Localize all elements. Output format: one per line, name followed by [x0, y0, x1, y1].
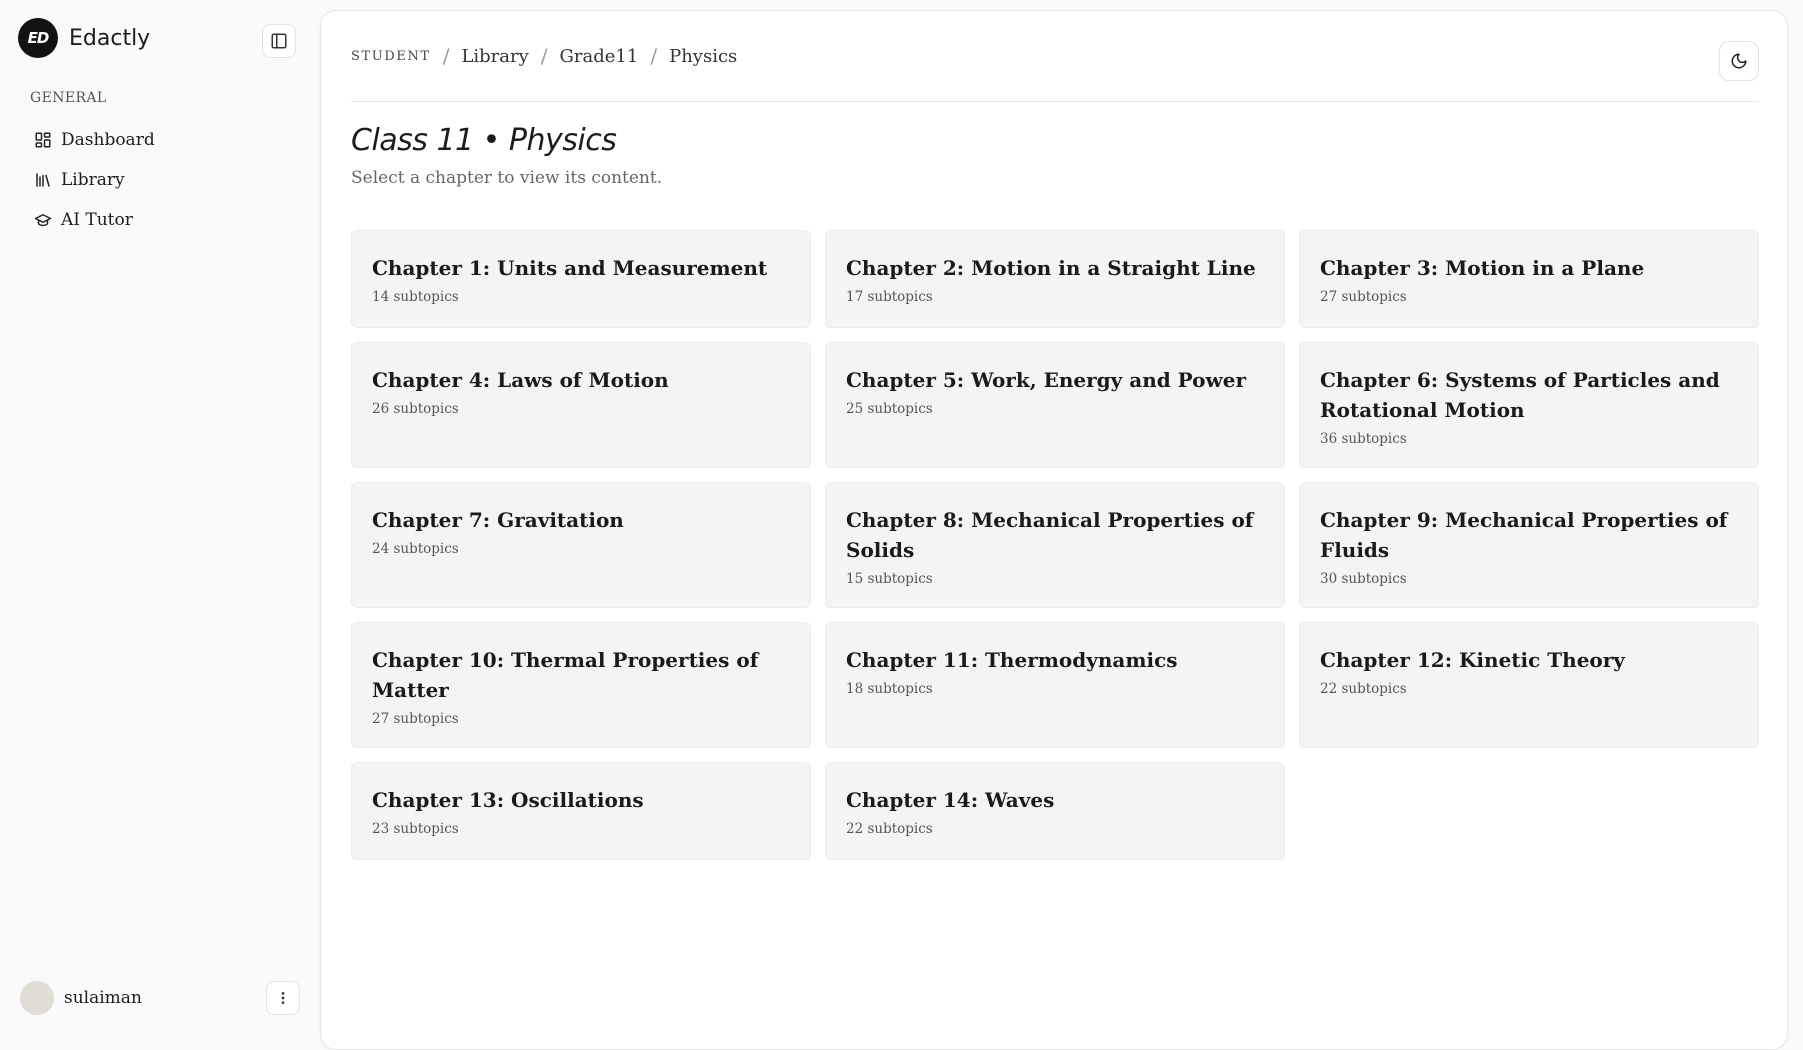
chapter-title: Chapter 3: Motion in a Plane — [1320, 256, 1645, 280]
chapter-card[interactable]: Chapter 7: Gravitation 24 subtopics — [351, 482, 811, 608]
chapter-subtopic-count: 36 subtopics — [1320, 431, 1407, 447]
breadcrumb-library[interactable]: Library — [461, 46, 528, 67]
chapter-title: Chapter 9: Mechanical Properties of Flui… — [1320, 508, 1728, 562]
chapter-subtopic-count: 25 subtopics — [846, 401, 933, 417]
chapter-title: Chapter 4: Laws of Motion — [372, 368, 669, 392]
chapter-title: Chapter 7: Gravitation — [372, 508, 624, 532]
chapter-subtopic-count: 22 subtopics — [1320, 681, 1407, 697]
chapter-subtopic-count: 23 subtopics — [372, 821, 459, 837]
sidebar-nav: Dashboard Library AI Tutor — [18, 120, 302, 240]
brand-logo: ED — [18, 18, 58, 58]
breadcrumb: STUDENT / Library / Grade11 / Physics — [351, 44, 737, 68]
sidebar-item-ai-tutor[interactable]: AI Tutor — [18, 200, 302, 240]
chapter-subtopic-count: 26 subtopics — [372, 401, 459, 417]
chapter-subtopic-count: 17 subtopics — [846, 289, 933, 305]
page-header: Class 11 • Physics Select a chapter to v… — [351, 123, 662, 188]
sidebar-toggle-icon — [271, 33, 287, 49]
chapter-card[interactable]: Chapter 5: Work, Energy and Power 25 subt… — [825, 342, 1285, 468]
chapter-subtopic-count: 22 subtopics — [846, 821, 933, 837]
chapter-card[interactable]: Chapter 4: Laws of Motion 26 subtopics — [351, 342, 811, 468]
chapter-card[interactable]: Chapter 13: Oscillations 23 subtopics — [351, 762, 811, 860]
chapter-grid: Chapter 1: Units and Measurement 14 subto… — [351, 230, 1759, 860]
chapter-title: Chapter 11: Thermodynamics — [846, 648, 1178, 672]
breadcrumb-separator: / — [540, 44, 548, 68]
chapter-subtopic-count: 15 subtopics — [846, 571, 933, 587]
chapter-title: Chapter 13: Oscillations — [372, 788, 644, 812]
chapter-title: Chapter 1: Units and Measurement — [372, 256, 768, 280]
chapter-subtopic-count: 27 subtopics — [1320, 289, 1407, 305]
sidebar-item-dashboard[interactable]: Dashboard — [18, 120, 302, 160]
page-subtitle: Select a chapter to view its content. — [351, 168, 663, 188]
sidebar-item-library[interactable]: Library — [18, 160, 302, 200]
chapter-card[interactable]: Chapter 8: Mechanical Properties of Soli… — [825, 482, 1285, 608]
chapter-card[interactable]: Chapter 1: Units and Measurement 14 subto… — [351, 230, 811, 328]
avatar — [20, 981, 54, 1015]
chapter-subtopic-count: 14 subtopics — [372, 289, 459, 305]
more-vertical-icon — [281, 992, 285, 1004]
chapter-title: Chapter 6: Systems of Particles and Rota… — [1320, 368, 1720, 422]
sidebar-toggle-button[interactable] — [262, 24, 296, 58]
chapter-title: Chapter 12: Kinetic Theory — [1320, 648, 1625, 672]
user-profile[interactable]: sulaiman — [20, 980, 300, 1016]
chapter-subtopic-count: 27 subtopics — [372, 711, 459, 727]
breadcrumb-subject: Physics — [669, 45, 738, 67]
theme-toggle-button[interactable] — [1719, 41, 1759, 81]
brand[interactable]: ED Edactly — [18, 18, 302, 58]
sidebar-item-label: Dashboard — [61, 130, 155, 150]
chapter-title: Chapter 10: Thermal Properties of Matter — [372, 648, 759, 702]
chapter-card[interactable]: Chapter 12: Kinetic Theory 22 subtopics — [1299, 622, 1759, 748]
chapter-card[interactable]: Chapter 9: Mechanical Properties of Flui… — [1299, 482, 1759, 608]
dashboard-icon — [35, 132, 51, 148]
moon-icon — [1731, 53, 1747, 69]
sidebar: ED Edactly GENERAL Dashboard Library AI … — [0, 0, 320, 1035]
breadcrumb-grade[interactable]: Grade11 — [560, 46, 639, 67]
chapter-card[interactable]: Chapter 2: Motion in a Straight Line 17 s… — [825, 230, 1285, 328]
chapter-card[interactable]: Chapter 10: Thermal Properties of Matter… — [351, 622, 811, 748]
chapter-title: Chapter 14: Waves — [846, 788, 1055, 812]
library-icon — [36, 173, 50, 187]
user-name: sulaiman — [64, 988, 142, 1008]
chapter-subtopic-count: 18 subtopics — [846, 681, 933, 697]
nav-section-label: GENERAL — [30, 90, 107, 106]
chapter-title: Chapter 2: Motion in a Straight Line — [846, 256, 1256, 280]
chapter-card[interactable]: Chapter 3: Motion in a Plane 27 subtopics — [1299, 230, 1759, 328]
chapter-card[interactable]: Chapter 11: Thermodynamics 18 subtopics — [825, 622, 1285, 748]
breadcrumb-separator: / — [650, 44, 658, 68]
page-title: Class 11 • Physics — [351, 123, 617, 158]
sidebar-item-label: Library — [61, 170, 125, 190]
chapter-card[interactable]: Chapter 14: Waves 22 subtopics — [825, 762, 1285, 860]
chapter-card[interactable]: Chapter 6: Systems of Particles and Rota… — [1299, 342, 1759, 468]
chapter-subtopic-count: 24 subtopics — [372, 541, 459, 557]
brand-name: Edactly — [69, 25, 151, 51]
breadcrumb-root: STUDENT — [351, 48, 431, 64]
breadcrumb-separator: / — [442, 44, 450, 68]
chapter-title: Chapter 5: Work, Energy and Power — [846, 368, 1246, 392]
user-menu-button[interactable] — [266, 981, 300, 1015]
graduation-cap-icon — [34, 214, 52, 227]
topbar: STUDENT / Library / Grade11 / Physics — [351, 11, 1759, 102]
chapter-subtopic-count: 30 subtopics — [1320, 571, 1407, 587]
sidebar-item-label: AI Tutor — [61, 210, 133, 230]
main-panel: STUDENT / Library / Grade11 / Physics Cl… — [320, 10, 1788, 1050]
app-root: ED Edactly GENERAL Dashboard Library AI … — [0, 0, 1803, 1050]
chapter-title: Chapter 8: Mechanical Properties of Soli… — [846, 508, 1254, 562]
